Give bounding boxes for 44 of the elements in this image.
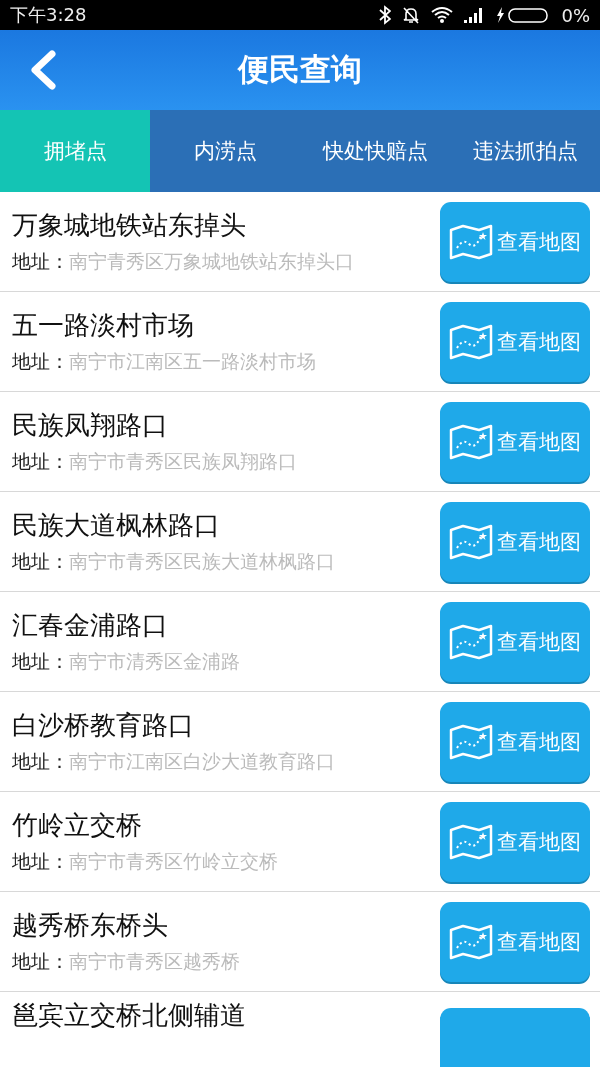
map-icon xyxy=(449,423,493,460)
place-name: 五一路淡村市场 xyxy=(12,309,195,342)
view-map-button[interactable]: 查看地图 xyxy=(440,301,590,382)
place-name: 民族大道枫林路口 xyxy=(12,509,221,542)
tab[interactable]: 违法抓拍点 xyxy=(450,110,600,192)
view-map-button[interactable]: 查看地图 xyxy=(440,901,590,982)
address-text: 地址：南宁市青秀区竹岭立交桥 xyxy=(12,849,279,874)
place-name: 邕宾立交桥北侧辅道 xyxy=(12,999,247,1032)
place-name: 汇春金浦路口 xyxy=(12,609,169,642)
view-map-button[interactable]: 查看地图 xyxy=(440,401,590,482)
place-name: 万象城地铁站东掉头 xyxy=(12,209,247,242)
place-name: 白沙桥教育路口 xyxy=(12,709,195,742)
map-icon xyxy=(449,323,493,360)
muted-bell-icon xyxy=(401,5,422,25)
place-name: 竹岭立交桥 xyxy=(12,809,143,842)
view-map-button[interactable]: 查看地图 xyxy=(440,701,590,782)
tab[interactable]: 内涝点 xyxy=(150,110,300,192)
back-icon xyxy=(28,50,58,90)
address-text: 地址：南宁市江南区五一路淡村市场 xyxy=(12,349,317,374)
view-map-button[interactable]: 查看地图 xyxy=(440,601,590,682)
place-name: 越秀桥东桥头 xyxy=(12,909,169,942)
battery-percent: 0% xyxy=(561,4,590,26)
map-icon xyxy=(449,623,493,660)
address-text: 地址：南宁市青秀区民族凤翔路口 xyxy=(12,449,298,474)
address-text: 地址：南宁市清秀区金浦路 xyxy=(12,649,241,674)
tab[interactable]: 拥堵点 xyxy=(0,110,150,192)
view-map-button[interactable]: 查看地图 xyxy=(440,501,590,582)
view-map-button[interactable]: 查看地图 xyxy=(440,201,590,282)
wifi-icon xyxy=(431,6,454,24)
bluetooth-icon xyxy=(379,5,392,25)
map-icon xyxy=(449,223,493,260)
address-text: 地址：南宁市青秀区民族大道林枫路口 xyxy=(12,549,336,574)
map-icon xyxy=(449,723,493,760)
view-map-button[interactable]: 查看地图 xyxy=(440,801,590,882)
map-icon xyxy=(449,923,493,960)
map-icon xyxy=(449,523,493,560)
address-text: 地址：南宁市青秀区越秀桥 xyxy=(12,949,241,974)
address-text: 地址：南宁青秀区万象城地铁站东掉头口 xyxy=(12,249,355,274)
address-text: 地址：南宁市江南区白沙大道教育路口 xyxy=(12,749,336,774)
tab[interactable]: 快处快赔点 xyxy=(300,110,450,192)
place-name: 民族凤翔路口 xyxy=(12,409,169,442)
page-title: 便民查询 xyxy=(236,50,363,89)
status-time: 下午3:28 xyxy=(10,3,87,27)
map-icon xyxy=(449,823,493,860)
